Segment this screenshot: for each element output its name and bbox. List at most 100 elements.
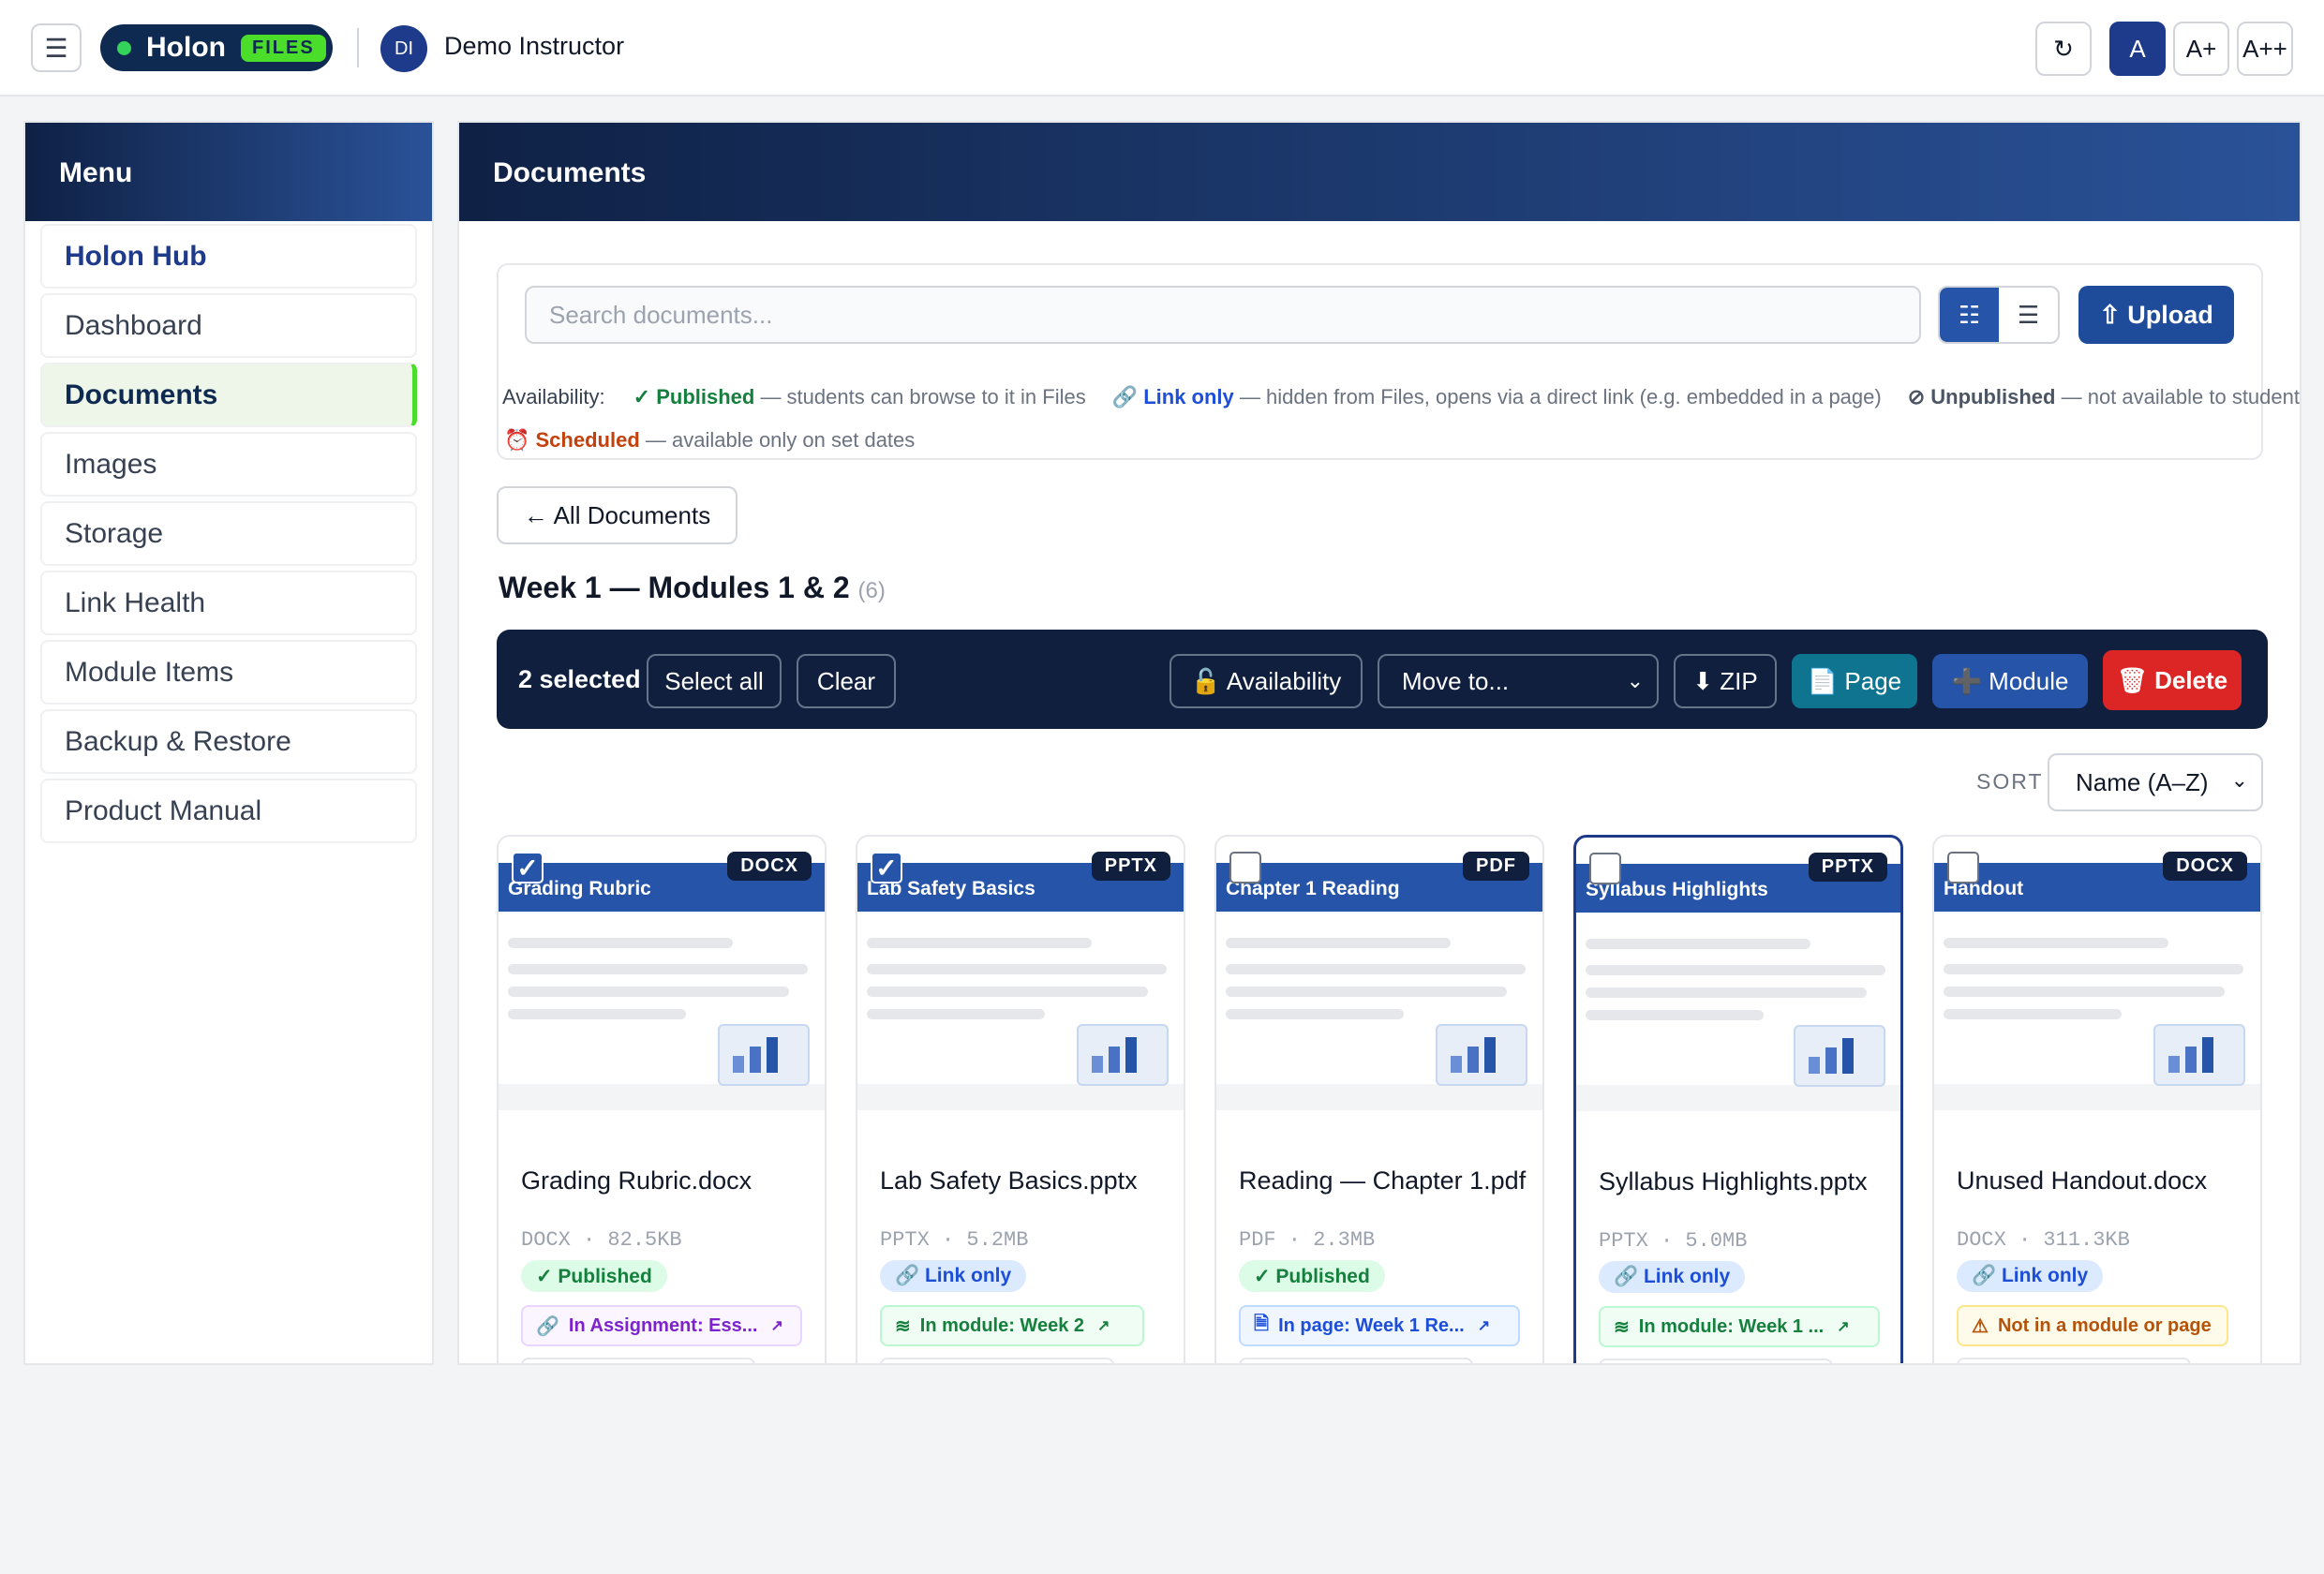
sidebar-item-images[interactable]: Images [40,432,417,497]
external-link-icon: ↗ [1477,1318,1491,1334]
availability-legend: Availability: ✓ Published — students can … [502,385,2302,409]
page-title: Documents [459,123,2300,221]
sidebar-item-module-items[interactable]: Module Items [40,640,417,705]
file-type-badge: DOCX [727,852,812,881]
zip-button[interactable]: ⬇ ZIP [1674,654,1777,708]
file-name[interactable]: Reading — Chapter 1.pdf [1239,1166,1526,1195]
availability-button[interactable]: 🔓 Availability [1169,654,1363,708]
legend-link-desc: — hidden from Files, opens via a direct … [1233,385,1882,408]
document-thumbnail [1934,912,2260,1110]
card-checkbox[interactable] [1589,853,1621,884]
external-link-icon: ↗ [1837,1319,1850,1335]
sort-select[interactable]: Name (A–Z) ⌄ [2048,753,2263,811]
document-thumbnail [1216,912,1542,1110]
legend-label: Availability: [502,385,605,408]
usage-tag[interactable]: 🔗 In Assignment: Ess... ↗ [521,1305,802,1346]
list-view-icon[interactable]: ☰ [1999,288,2058,342]
file-meta: DOCX · 82.5KB [521,1228,682,1252]
sidebar-item-documents[interactable]: Documents [40,363,417,427]
file-type-badge: PPTX [1808,853,1887,882]
file-name[interactable]: Unused Handout.docx [1957,1166,2207,1195]
font-size-normal-button[interactable]: A [2109,22,2166,76]
status-badge[interactable]: ✓ Published [1239,1260,1385,1292]
document-card[interactable]: Lab Safety Basics ✓ PPTX Lab Safety Basics.… [856,835,1185,1363]
sidebar-item-link-health[interactable]: Link Health [40,571,417,635]
legend-published-desc: — students can browse to it in Files [754,385,1086,408]
document-card[interactable]: Grading Rubric ✓ DOCX Grading Rubric.docx DO… [497,835,827,1363]
usage-tag[interactable]: ⚠ Not in a module or page [1957,1305,2228,1346]
folder-name: Week 1 — Modules 1 & 2 [499,571,850,604]
file-name[interactable]: Lab Safety Basics.pptx [880,1166,1138,1195]
usage-icon: 🗎 [1254,1314,1270,1334]
document-thumbnail [1576,913,1900,1111]
chart-icon [1077,1024,1169,1086]
external-link-icon: ↗ [770,1318,783,1334]
brand-name: Holon [146,32,226,63]
usage-label: In page: Week 1 Re... [1278,1314,1465,1336]
refresh-icon[interactable]: ↻ [2035,22,2092,76]
card-checkbox[interactable] [1947,852,1979,884]
top-bar: ☰ Holon FILES DI Demo Instructor ↻ A A+ … [0,0,2324,97]
availability-legend-2: ⏰ Scheduled — available only on set date… [504,428,915,453]
font-size-xlarge-button[interactable]: A++ [2237,22,2293,76]
chart-icon [2153,1024,2245,1086]
secondary-tag [521,1358,755,1363]
brand-logo[interactable]: Holon FILES [100,24,333,71]
file-meta: DOCX · 311.3KB [1957,1228,2130,1252]
sidebar-item-product-manual[interactable]: Product Manual [40,779,417,843]
status-badge[interactable]: 🔗 Link only [1957,1260,2104,1292]
legend-unpublished-desc: — not available to students [2055,385,2302,408]
file-name[interactable]: Syllabus Highlights.pptx [1599,1167,1868,1196]
delete-button[interactable]: 🗑 Delete [2103,650,2242,710]
sidebar: Menu Holon Hub Dashboard Documents Image… [23,121,434,1365]
legend-link-only: 🔗 Link only [1111,385,1234,408]
usage-tag[interactable]: 🗎 In page: Week 1 Re... ↗ [1239,1305,1520,1346]
select-all-button[interactable]: Select all [647,654,782,708]
document-card[interactable]: Syllabus Highlights PPTX Syllabus Highligh… [1573,835,1903,1363]
usage-label: In module: Week 2 [919,1314,1084,1336]
divider [357,28,359,67]
chart-icon [1794,1025,1885,1087]
sidebar-item-holon-hub[interactable]: Holon Hub [40,224,417,289]
card-checkbox[interactable] [1229,852,1261,884]
file-meta: PPTX · 5.0MB [1599,1229,1748,1253]
main-panel: Documents ☷ ☰ ⇧ Upload Availability: ✓ Pu… [457,121,2302,1365]
document-thumbnail [499,912,825,1110]
chevron-down-icon: ⌄ [1626,669,1644,692]
clear-button[interactable]: Clear [797,654,896,708]
move-to-select[interactable]: Move to... ⌄ [1378,654,1659,708]
secondary-tag [1599,1359,1833,1363]
usage-label: In module: Week 1 ... [1638,1315,1825,1337]
grid-view-icon[interactable]: ☷ [1940,288,1999,342]
usage-label: Not in a module or page [1997,1314,2212,1336]
card-checkbox[interactable]: ✓ [512,852,544,884]
add-page-button[interactable]: 📄 Page [1792,654,1917,708]
secondary-tag [1239,1358,1473,1363]
bulk-action-bar: 2 selected Select all Clear 🔓 Availabili… [497,630,2268,729]
file-name[interactable]: Grading Rubric.docx [521,1166,752,1195]
legend-scheduled: ⏰ Scheduled [504,428,640,452]
sidebar-item-storage[interactable]: Storage [40,501,417,566]
document-card[interactable]: Handout DOCX Unused Handout.docx DOCX · 311… [1932,835,2262,1363]
sidebar-item-backup-restore[interactable]: Backup & Restore [40,709,417,774]
usage-tag[interactable]: ≋ In module: Week 1 ... ↗ [1599,1306,1880,1347]
document-thumbnail [857,912,1184,1110]
sort-value: Name (A–Z) [2076,767,2209,796]
status-badge[interactable]: 🔗 Link only [880,1260,1027,1292]
legend-unpublished: ⊘ Unpublished [1907,385,2056,408]
usage-tag[interactable]: ≋ In module: Week 2 ↗ [880,1305,1144,1346]
chart-icon [718,1024,810,1086]
status-badge[interactable]: 🔗 Link only [1599,1261,1746,1293]
chevron-down-icon: ⌄ [2230,768,2248,792]
status-badge[interactable]: ✓ Published [521,1260,667,1292]
upload-button[interactable]: ⇧ Upload [2078,286,2234,344]
add-module-button[interactable]: ➕ Module [1932,654,2088,708]
document-card[interactable]: Chapter 1 Reading PDF Reading — Chapter 1.… [1214,835,1544,1363]
menu-icon[interactable]: ☰ [31,23,82,72]
font-size-large-button[interactable]: A+ [2173,22,2229,76]
all-documents-button[interactable]: ← All Documents [497,486,737,544]
card-checkbox[interactable]: ✓ [871,852,902,884]
avatar[interactable]: DI [380,25,427,72]
search-input[interactable] [525,286,1921,344]
sidebar-item-dashboard[interactable]: Dashboard [40,293,417,358]
